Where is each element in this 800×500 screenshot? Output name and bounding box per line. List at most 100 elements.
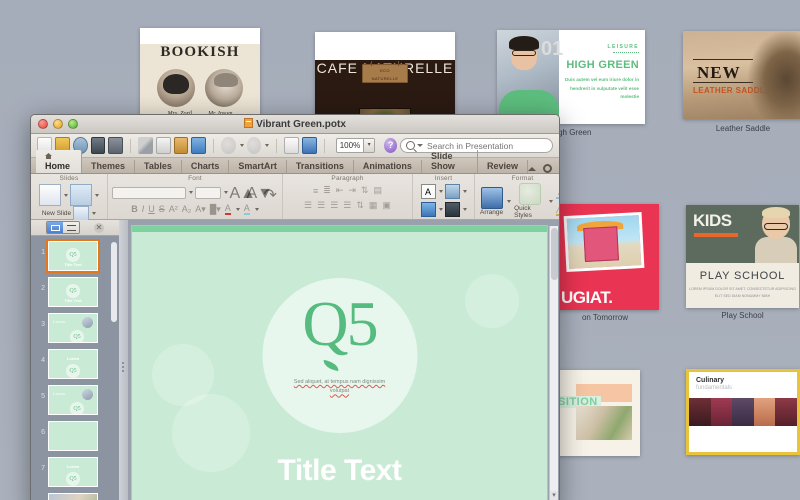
panel-splitter[interactable] bbox=[119, 220, 128, 500]
gear-icon[interactable] bbox=[543, 164, 552, 173]
font-color-icon[interactable]: A bbox=[224, 203, 231, 215]
columns-icon[interactable]: ▤ bbox=[373, 185, 382, 196]
zoom-stepper-icon[interactable]: ▾ bbox=[363, 139, 375, 152]
close-panel-button[interactable]: ✕ bbox=[94, 222, 104, 233]
chart-icon[interactable] bbox=[302, 137, 317, 154]
gallery-card-play-school[interactable]: KIDS PLAY SCHOOL LOREM IPSUM DOLOR SIT A… bbox=[686, 205, 799, 308]
slide-thumbnail[interactable]: Lorem Q5 bbox=[48, 385, 98, 415]
list-item[interactable]: 3 Lorem Q5 bbox=[31, 313, 119, 343]
media-insert-icon[interactable] bbox=[444, 202, 460, 217]
line-spacing-icon[interactable]: ⇅ bbox=[361, 185, 369, 196]
decrease-indent-icon[interactable]: ⇤ bbox=[336, 185, 344, 196]
gallery-card-culinary[interactable]: Culinary fundamentals bbox=[686, 369, 800, 455]
format-painter-icon[interactable] bbox=[191, 137, 207, 154]
media-insert-dropdown-icon[interactable] bbox=[462, 208, 467, 211]
print-icon[interactable] bbox=[108, 137, 124, 154]
increase-indent-icon[interactable]: ⇥ bbox=[348, 185, 356, 196]
tab-transitions[interactable]: Transitions bbox=[287, 160, 354, 173]
align-text-icon[interactable]: ▦ bbox=[369, 200, 378, 211]
font-color-dropdown-icon[interactable] bbox=[235, 207, 240, 211]
highlight-icon[interactable]: █▾ bbox=[210, 204, 221, 215]
new-slide-icon[interactable] bbox=[39, 184, 61, 206]
text-effects-icon[interactable]: A▾ bbox=[195, 204, 206, 215]
themes-apply-dropdown-icon[interactable] bbox=[92, 212, 97, 215]
quick-styles-button[interactable]: Quick Styles bbox=[514, 183, 545, 219]
gallery-card-cafe-naturelle[interactable]: ECO NATURELLE CAFE NATURELLE bbox=[315, 32, 455, 120]
tab-tables[interactable]: Tables bbox=[135, 160, 182, 173]
numbering-icon[interactable]: ≣ bbox=[323, 185, 331, 196]
current-slide[interactable]: Q5 Sed aliquet, at tempus nam dignissim … bbox=[132, 226, 547, 500]
smartart-convert-icon[interactable]: ▣ bbox=[382, 200, 391, 211]
view-toggle[interactable] bbox=[46, 221, 80, 234]
strikethrough-icon[interactable]: S bbox=[159, 204, 165, 214]
list-item[interactable]: 1 Q5 Title Text bbox=[31, 239, 119, 273]
save-icon[interactable] bbox=[90, 137, 106, 154]
picture-dropdown-icon[interactable] bbox=[462, 190, 467, 193]
slide-thumbnail[interactable]: Q5 Title Text bbox=[46, 239, 100, 273]
bold-icon[interactable]: B bbox=[131, 204, 138, 214]
text-fill-icon[interactable]: A bbox=[243, 203, 250, 215]
text-box-dropdown-icon[interactable] bbox=[438, 190, 443, 193]
font-family-input[interactable] bbox=[111, 186, 186, 199]
slide-thumbnail[interactable]: Q5 Title Text bbox=[48, 277, 98, 307]
search-input[interactable] bbox=[427, 140, 548, 151]
help-icon[interactable]: ? bbox=[384, 138, 398, 153]
underline-icon[interactable]: U bbox=[148, 204, 155, 214]
view-outline-button[interactable] bbox=[63, 222, 79, 233]
shape-dropdown-icon[interactable] bbox=[438, 208, 443, 211]
scroll-down-icon[interactable]: ▾ bbox=[550, 491, 558, 500]
tab-home[interactable]: Home bbox=[36, 150, 83, 173]
slide-thumbnail[interactable]: Lorem Q5 bbox=[48, 457, 98, 487]
slide-thumbnail[interactable]: Lorem Q5 bbox=[48, 349, 98, 379]
view-slides-button[interactable] bbox=[47, 222, 63, 233]
shape-line-icon[interactable]: ╱ bbox=[556, 203, 559, 216]
list-item[interactable]: 6 bbox=[31, 421, 119, 451]
layout-dropdown-icon[interactable] bbox=[95, 193, 99, 197]
gallery-card-high-green[interactable]: 01 LEISURE HIGH GREEN Duis autem vel eum… bbox=[497, 30, 645, 124]
slide-editing-stage[interactable]: Q5 Sed aliquet, at tempus nam dignissim … bbox=[128, 220, 559, 500]
chevron-up-icon[interactable] bbox=[528, 166, 536, 171]
minimize-button[interactable] bbox=[53, 119, 63, 129]
clear-formatting-icon[interactable]: ↷ bbox=[264, 185, 279, 204]
shape-icon[interactable] bbox=[420, 202, 436, 217]
slide-panel-scrollbar[interactable] bbox=[111, 242, 117, 322]
slide-thumbnail[interactable]: Lorem Q5 bbox=[48, 313, 98, 343]
zoom-control[interactable]: 100% ▾ bbox=[335, 138, 376, 153]
tab-animations[interactable]: Animations bbox=[354, 160, 422, 173]
align-right-icon[interactable]: ☰ bbox=[330, 200, 338, 211]
superscript-icon[interactable]: A² bbox=[169, 204, 178, 214]
list-item[interactable]: 5 Lorem Q5 bbox=[31, 385, 119, 415]
scrollbar-thumb[interactable] bbox=[551, 228, 558, 280]
zoom-button[interactable] bbox=[68, 119, 78, 129]
align-center-icon[interactable]: ☰ bbox=[317, 200, 325, 211]
font-size-input[interactable] bbox=[194, 186, 221, 199]
text-fill-dropdown-icon[interactable] bbox=[254, 207, 259, 211]
arrange-button[interactable]: Arrange bbox=[480, 186, 503, 216]
increase-font-icon[interactable]: A▲ bbox=[230, 185, 257, 202]
slide-thumbnail[interactable] bbox=[48, 421, 98, 451]
list-item[interactable]: 7 Lorem Q5 bbox=[31, 457, 119, 487]
picture-icon[interactable] bbox=[444, 184, 460, 199]
window-title-bar[interactable]: Vibrant Green.potx bbox=[31, 115, 559, 134]
gallery-card-fugiat[interactable]: UGIAT. bbox=[557, 204, 659, 310]
tab-slide-show[interactable]: Slide Show bbox=[422, 150, 478, 173]
undo-icon[interactable] bbox=[221, 137, 236, 154]
tab-review[interactable]: Review bbox=[478, 160, 528, 173]
slide-thumbnail[interactable] bbox=[48, 493, 98, 500]
arrange-dropdown-icon[interactable] bbox=[507, 199, 512, 203]
list-item[interactable]: 2 Q5 Title Text bbox=[31, 277, 119, 307]
quick-styles-dropdown-icon[interactable] bbox=[549, 199, 554, 203]
gallery-card-leather-saddle[interactable]: NEW LEATHER SADDLE bbox=[683, 31, 800, 119]
themes-apply-icon[interactable] bbox=[73, 206, 90, 221]
bullets-icon[interactable]: ≡ bbox=[313, 186, 318, 196]
tab-smartart[interactable]: SmartArt bbox=[229, 160, 287, 173]
gallery-card-bookish[interactable]: BOOKISH Mrs. Zoril Mr. Ipsum bbox=[140, 28, 260, 116]
text-box-icon[interactable]: A bbox=[420, 184, 436, 199]
tab-themes[interactable]: Themes bbox=[82, 160, 136, 173]
cut-icon[interactable] bbox=[138, 137, 153, 154]
text-direction-icon[interactable]: ⇅ bbox=[356, 200, 364, 211]
copy-icon[interactable] bbox=[155, 137, 171, 154]
justify-icon[interactable]: ☰ bbox=[343, 200, 351, 211]
close-button[interactable] bbox=[38, 119, 48, 129]
redo-dropdown-icon[interactable] bbox=[265, 144, 270, 147]
